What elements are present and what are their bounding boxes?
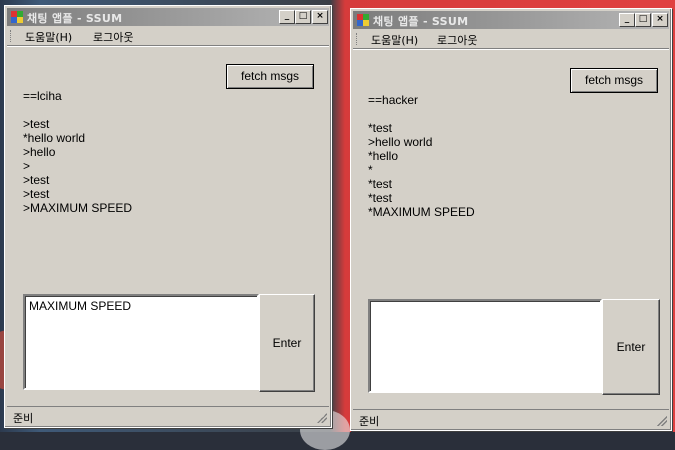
menu-grip xyxy=(356,33,359,45)
menu-grip xyxy=(10,30,13,42)
message-line xyxy=(368,107,658,121)
message-line: >test xyxy=(23,117,50,131)
resize-grip[interactable] xyxy=(657,416,667,426)
minimize-button[interactable]: _ xyxy=(619,13,635,27)
status-text: 준비 xyxy=(13,412,34,425)
maximize-button[interactable]: □ xyxy=(635,13,651,27)
fetch-msgs-button[interactable]: fetch msgs xyxy=(570,68,658,93)
message-line: *test xyxy=(368,121,393,135)
message-line: ==hacker xyxy=(368,93,419,107)
title-bar[interactable]: 채팅 앱플 - SSUM _ □ × xyxy=(353,11,669,29)
message-line: *test xyxy=(368,177,393,191)
menu-help[interactable]: 도움말(H) xyxy=(25,29,72,45)
menu-logout[interactable]: 로그아웃 xyxy=(437,32,477,48)
window-title: 채팅 앱플 - SSUM xyxy=(373,15,469,28)
app-icon xyxy=(11,11,23,23)
message-line: *test xyxy=(368,191,393,205)
status-bar: 준비 xyxy=(7,406,329,425)
title-bar[interactable]: 채팅 앱플 - SSUM _ □ × xyxy=(7,8,329,26)
message-line xyxy=(23,103,313,117)
resize-grip[interactable] xyxy=(317,413,327,423)
chat-window-left: 채팅 앱플 - SSUM _ □ × 도움말(H) 로그아웃 fetch msg… xyxy=(4,5,332,428)
message-line: >test xyxy=(23,187,50,201)
message-line: ==lciha xyxy=(23,89,62,103)
message-line: > xyxy=(23,159,31,173)
message-line: *hello world xyxy=(23,131,86,145)
message-line: >hello world xyxy=(368,135,433,149)
minimize-button[interactable]: _ xyxy=(279,10,295,24)
menu-bar: 도움말(H) 로그아웃 xyxy=(7,27,329,45)
status-bar: 준비 xyxy=(353,409,669,428)
menu-help[interactable]: 도움말(H) xyxy=(371,32,418,48)
message-line: * xyxy=(368,163,373,177)
enter-button[interactable]: Enter xyxy=(259,294,315,392)
menu-logout[interactable]: 로그아웃 xyxy=(93,29,133,45)
status-text: 준비 xyxy=(359,415,380,428)
maximize-button[interactable]: □ xyxy=(295,10,311,24)
message-input[interactable]: MAXIMUM SPEED xyxy=(23,294,259,390)
close-button[interactable]: × xyxy=(652,13,668,27)
app-icon xyxy=(357,14,369,26)
menu-bar: 도움말(H) 로그아웃 xyxy=(353,30,669,48)
message-list: ==lciha >test *hello world >hello > >tes… xyxy=(23,89,313,215)
message-input[interactable] xyxy=(368,299,602,393)
close-button[interactable]: × xyxy=(312,10,328,24)
message-list: ==hacker *test >hello world *hello * *te… xyxy=(368,93,658,219)
menu-separator xyxy=(353,48,669,50)
enter-button[interactable]: Enter xyxy=(602,299,660,395)
message-line: >test xyxy=(23,173,50,187)
message-line: *MAXIMUM SPEED xyxy=(368,205,475,219)
fetch-msgs-button[interactable]: fetch msgs xyxy=(226,64,314,89)
chat-window-right: 채팅 앱플 - SSUM _ □ × 도움말(H) 로그아웃 fetch msg… xyxy=(350,8,672,431)
window-title: 채팅 앱플 - SSUM xyxy=(27,12,123,25)
menu-separator xyxy=(7,45,329,47)
message-line: >hello xyxy=(23,145,56,159)
message-line: *hello xyxy=(368,149,399,163)
message-line: >MAXIMUM SPEED xyxy=(23,201,133,215)
